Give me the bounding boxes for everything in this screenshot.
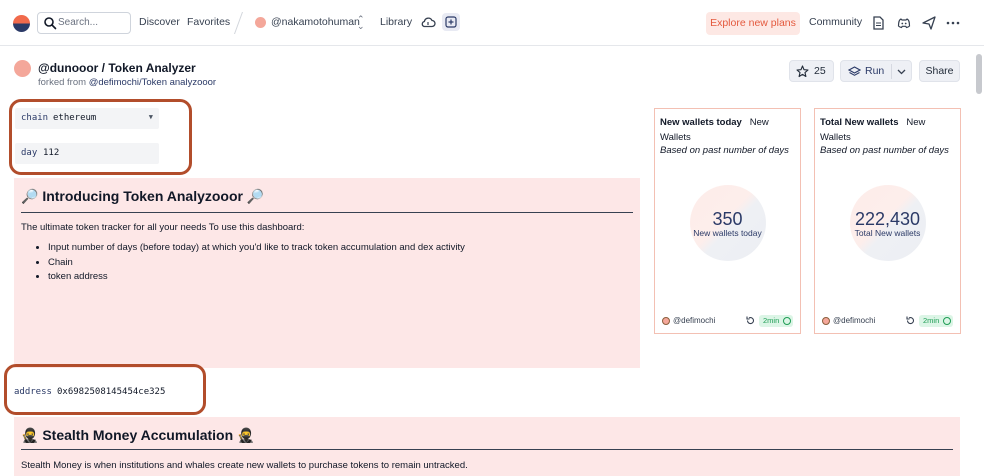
nav-discover[interactable]: Discover <box>139 16 180 28</box>
search-input[interactable]: Search... <box>37 12 131 34</box>
counter-card[interactable]: New wallets today New Wallets Based on p… <box>654 108 801 334</box>
discord-icon[interactable] <box>895 14 913 32</box>
search-icon <box>44 17 57 30</box>
status-badge: 2min <box>759 315 793 327</box>
refresh-icon[interactable] <box>905 315 916 326</box>
nav-divider <box>233 12 244 34</box>
card-subtitle: Based on past number of days <box>820 145 949 156</box>
forked-source-link[interactable]: @defimochi/Token analyzooor <box>89 77 216 88</box>
check-circle-icon <box>783 317 791 325</box>
counter-label: New wallets today <box>693 228 762 238</box>
card-title: Total New wallets New Wallets <box>820 116 958 145</box>
status-badge: 2min <box>919 315 953 327</box>
star-button[interactable]: 25 <box>789 60 834 82</box>
stealth-body: Stealth Money is when institutions and w… <box>21 460 468 471</box>
forked-from: forked from @defimochi/Token analyzooor <box>38 77 216 88</box>
nav-library[interactable]: Library <box>380 16 412 28</box>
age-label: 2min <box>923 316 940 325</box>
card-title-bold: Total New wallets <box>820 117 899 128</box>
age-label: 2min <box>763 316 780 325</box>
owner-avatar[interactable] <box>14 60 31 77</box>
counter-card[interactable]: Total New wallets New Wallets Based on p… <box>814 108 961 334</box>
list-item: token address <box>48 270 465 285</box>
author-avatar[interactable] <box>662 317 670 325</box>
intro-list: Input number of days (before today) at w… <box>34 241 465 285</box>
card-title-bold: New wallets today <box>660 117 742 128</box>
author-name[interactable]: @defimochi <box>673 316 715 325</box>
chevron-down-icon[interactable] <box>896 66 907 77</box>
divider <box>21 449 953 450</box>
highlight-box <box>4 364 206 415</box>
layers-icon <box>848 66 861 76</box>
card-title: New wallets today New Wallets <box>660 116 798 145</box>
author-name[interactable]: @defimochi <box>833 316 875 325</box>
new-button[interactable] <box>442 13 460 31</box>
more-icon[interactable] <box>944 14 962 32</box>
scrollbar[interactable] <box>976 54 982 94</box>
divider <box>21 212 633 213</box>
star-count: 25 <box>814 65 826 77</box>
send-icon[interactable] <box>920 14 938 32</box>
share-button[interactable]: Share <box>919 60 960 82</box>
author-avatar[interactable] <box>822 317 830 325</box>
list-item: Input number of days (before today) at w… <box>48 241 465 256</box>
list-item: Chain <box>48 256 465 271</box>
stealth-heading: 🥷 Stealth Money Accumulation 🥷 <box>21 427 255 443</box>
counter-value: 222,430 <box>854 209 921 229</box>
page-title: @dunooor / Token Analyzer <box>38 61 196 75</box>
check-circle-icon <box>943 317 951 325</box>
avatar[interactable] <box>255 17 266 28</box>
logo-icon[interactable] <box>13 15 30 32</box>
run-divider <box>891 64 892 79</box>
plus-icon <box>445 16 457 28</box>
card-subtitle: Based on past number of days <box>660 145 789 156</box>
highlight-box <box>9 99 192 175</box>
refresh-icon[interactable] <box>745 315 756 326</box>
explore-plans-button[interactable]: Explore new plans <box>706 12 800 35</box>
nav-community[interactable]: Community <box>809 16 862 28</box>
cloud-icon[interactable] <box>419 14 437 32</box>
counter-value: 350 <box>712 209 743 229</box>
search-placeholder: Search... <box>58 17 99 28</box>
document-icon[interactable] <box>869 14 887 32</box>
top-nav: Search... Discover Favorites @nakamotohu… <box>0 0 984 46</box>
forked-prefix: forked from <box>38 77 87 88</box>
nav-username[interactable]: @nakamotohuman <box>271 16 360 28</box>
intro-heading: 🔎 Introducing Token Analyzooor 🔎 <box>21 188 265 204</box>
nav-favorites[interactable]: Favorites <box>187 16 230 28</box>
run-button[interactable]: Run <box>840 60 912 82</box>
intro-body: The ultimate token tracker for all your … <box>21 222 305 233</box>
star-icon <box>796 65 809 78</box>
run-label: Run <box>865 65 885 77</box>
chevron-updown-icon[interactable]: ⌃ ⌄ <box>357 15 365 31</box>
intro-panel: 🔎 Introducing Token Analyzooor 🔎 The ult… <box>14 178 640 368</box>
counter-label: Total New wallets <box>854 228 921 238</box>
stealth-panel: 🥷 Stealth Money Accumulation 🥷 Stealth M… <box>14 417 960 476</box>
